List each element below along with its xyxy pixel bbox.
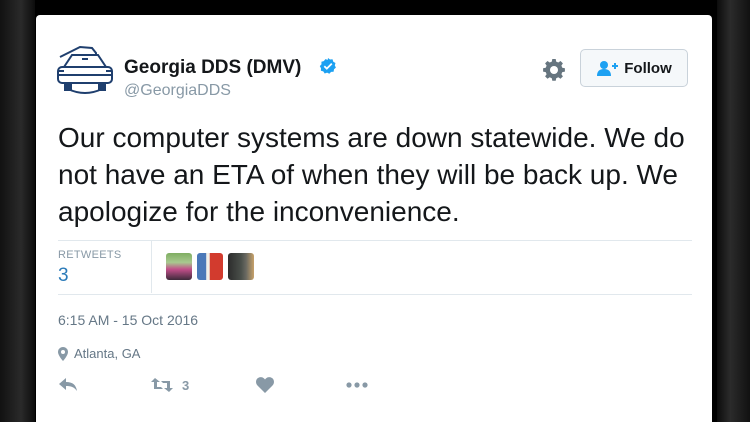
retweeter-avatar[interactable] [197,253,223,280]
account-handle[interactable]: @GeorgiaDDS [124,82,231,100]
background-right [717,0,750,422]
reply-icon [59,378,77,391]
tweet-card: Georgia DDS (DMV) @GeorgiaDDS Follow Our… [36,15,712,422]
like-heart-icon [256,377,274,393]
like-button[interactable] [256,377,346,393]
background-left [0,0,35,422]
location-pin-icon [58,346,68,361]
divider-bottom [58,294,692,295]
retweeter-avatar[interactable] [228,253,254,280]
follow-button[interactable]: Follow [580,49,688,87]
reply-button[interactable] [58,377,150,393]
retweet-count: 3 [182,377,190,393]
account-name[interactable]: Georgia DDS (DMV) [124,57,301,79]
retweeter-avatars [166,253,254,280]
retweet-icon [151,378,173,392]
retweets-count[interactable]: 3 [58,265,69,287]
tweet-text: Our computer systems are down statewide.… [58,122,685,227]
follow-person-icon [597,61,619,76]
divider-top [58,240,692,241]
car-logo-icon [57,45,113,94]
verified-badge-icon [319,58,336,74]
gear-icon[interactable] [542,58,566,82]
tweet-timestamp[interactable]: 6:15 AM - 15 Oct 2016 [58,312,198,328]
stats-separator [151,241,152,293]
tweet-location[interactable]: Atlanta, GA [58,346,140,361]
tweet-actions: 3 [58,377,368,393]
more-dots-icon [346,382,368,388]
retweet-button[interactable]: 3 [150,377,256,393]
retweets-label: RETWEETS [58,249,122,261]
retweeter-avatar[interactable] [166,253,192,280]
location-label: Atlanta, GA [74,346,141,361]
follow-button-label: Follow [624,59,672,77]
avatar[interactable] [54,41,116,103]
more-button[interactable] [346,382,368,388]
